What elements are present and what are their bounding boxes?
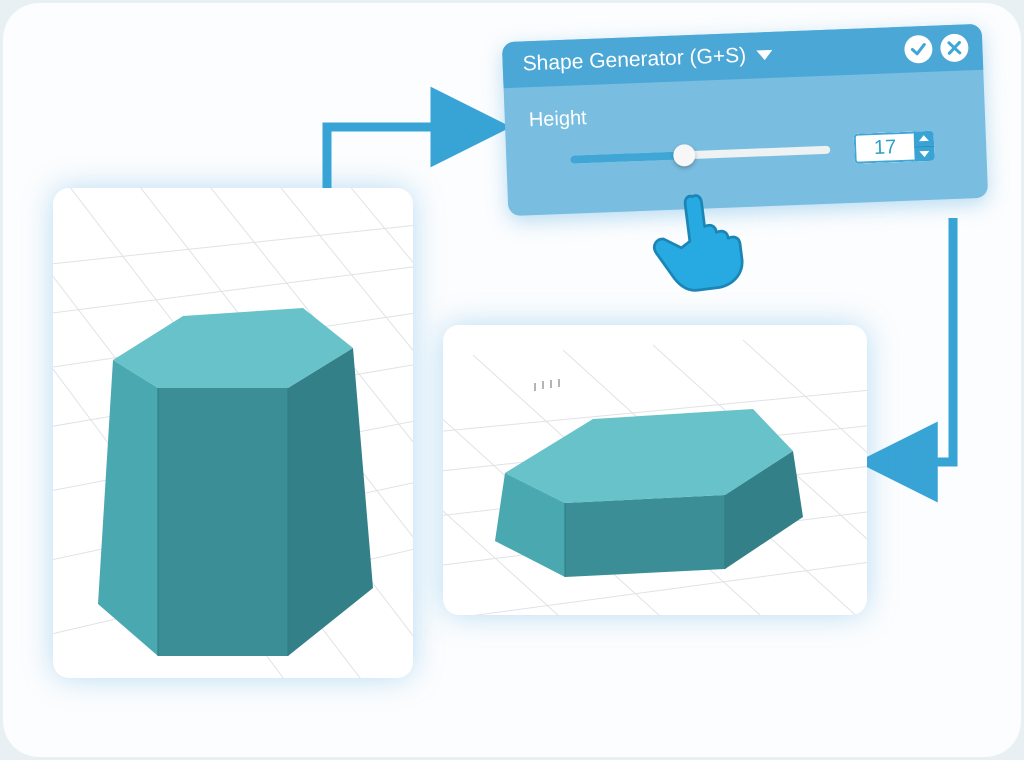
chevron-down-icon [756,50,772,61]
param-label-height: Height [528,93,961,133]
height-stepper[interactable]: 17 [854,131,935,164]
height-slider[interactable] [570,140,831,170]
panel-title: Shape Generator (G+S) [522,44,746,77]
flow-arrow-2 [865,218,985,483]
pointing-hand-icon [641,178,764,301]
stepper-up[interactable] [914,131,935,146]
close-icon [945,39,964,58]
diagram-canvas: Shape Generator (G+S) Height [3,3,1021,757]
slider-fill [570,151,685,163]
height-value[interactable]: 17 [854,131,915,163]
confirm-button[interactable] [904,35,933,64]
close-button[interactable] [940,33,969,62]
slider-knob[interactable] [673,144,696,167]
hex-prism-tall [98,308,373,656]
viewport-before [53,188,413,678]
check-icon [909,40,928,59]
hex-prism-short [495,409,803,577]
viewport-after [443,325,867,615]
shape-generator-panel: Shape Generator (G+S) Height [502,24,988,216]
stepper-down[interactable] [914,145,935,161]
